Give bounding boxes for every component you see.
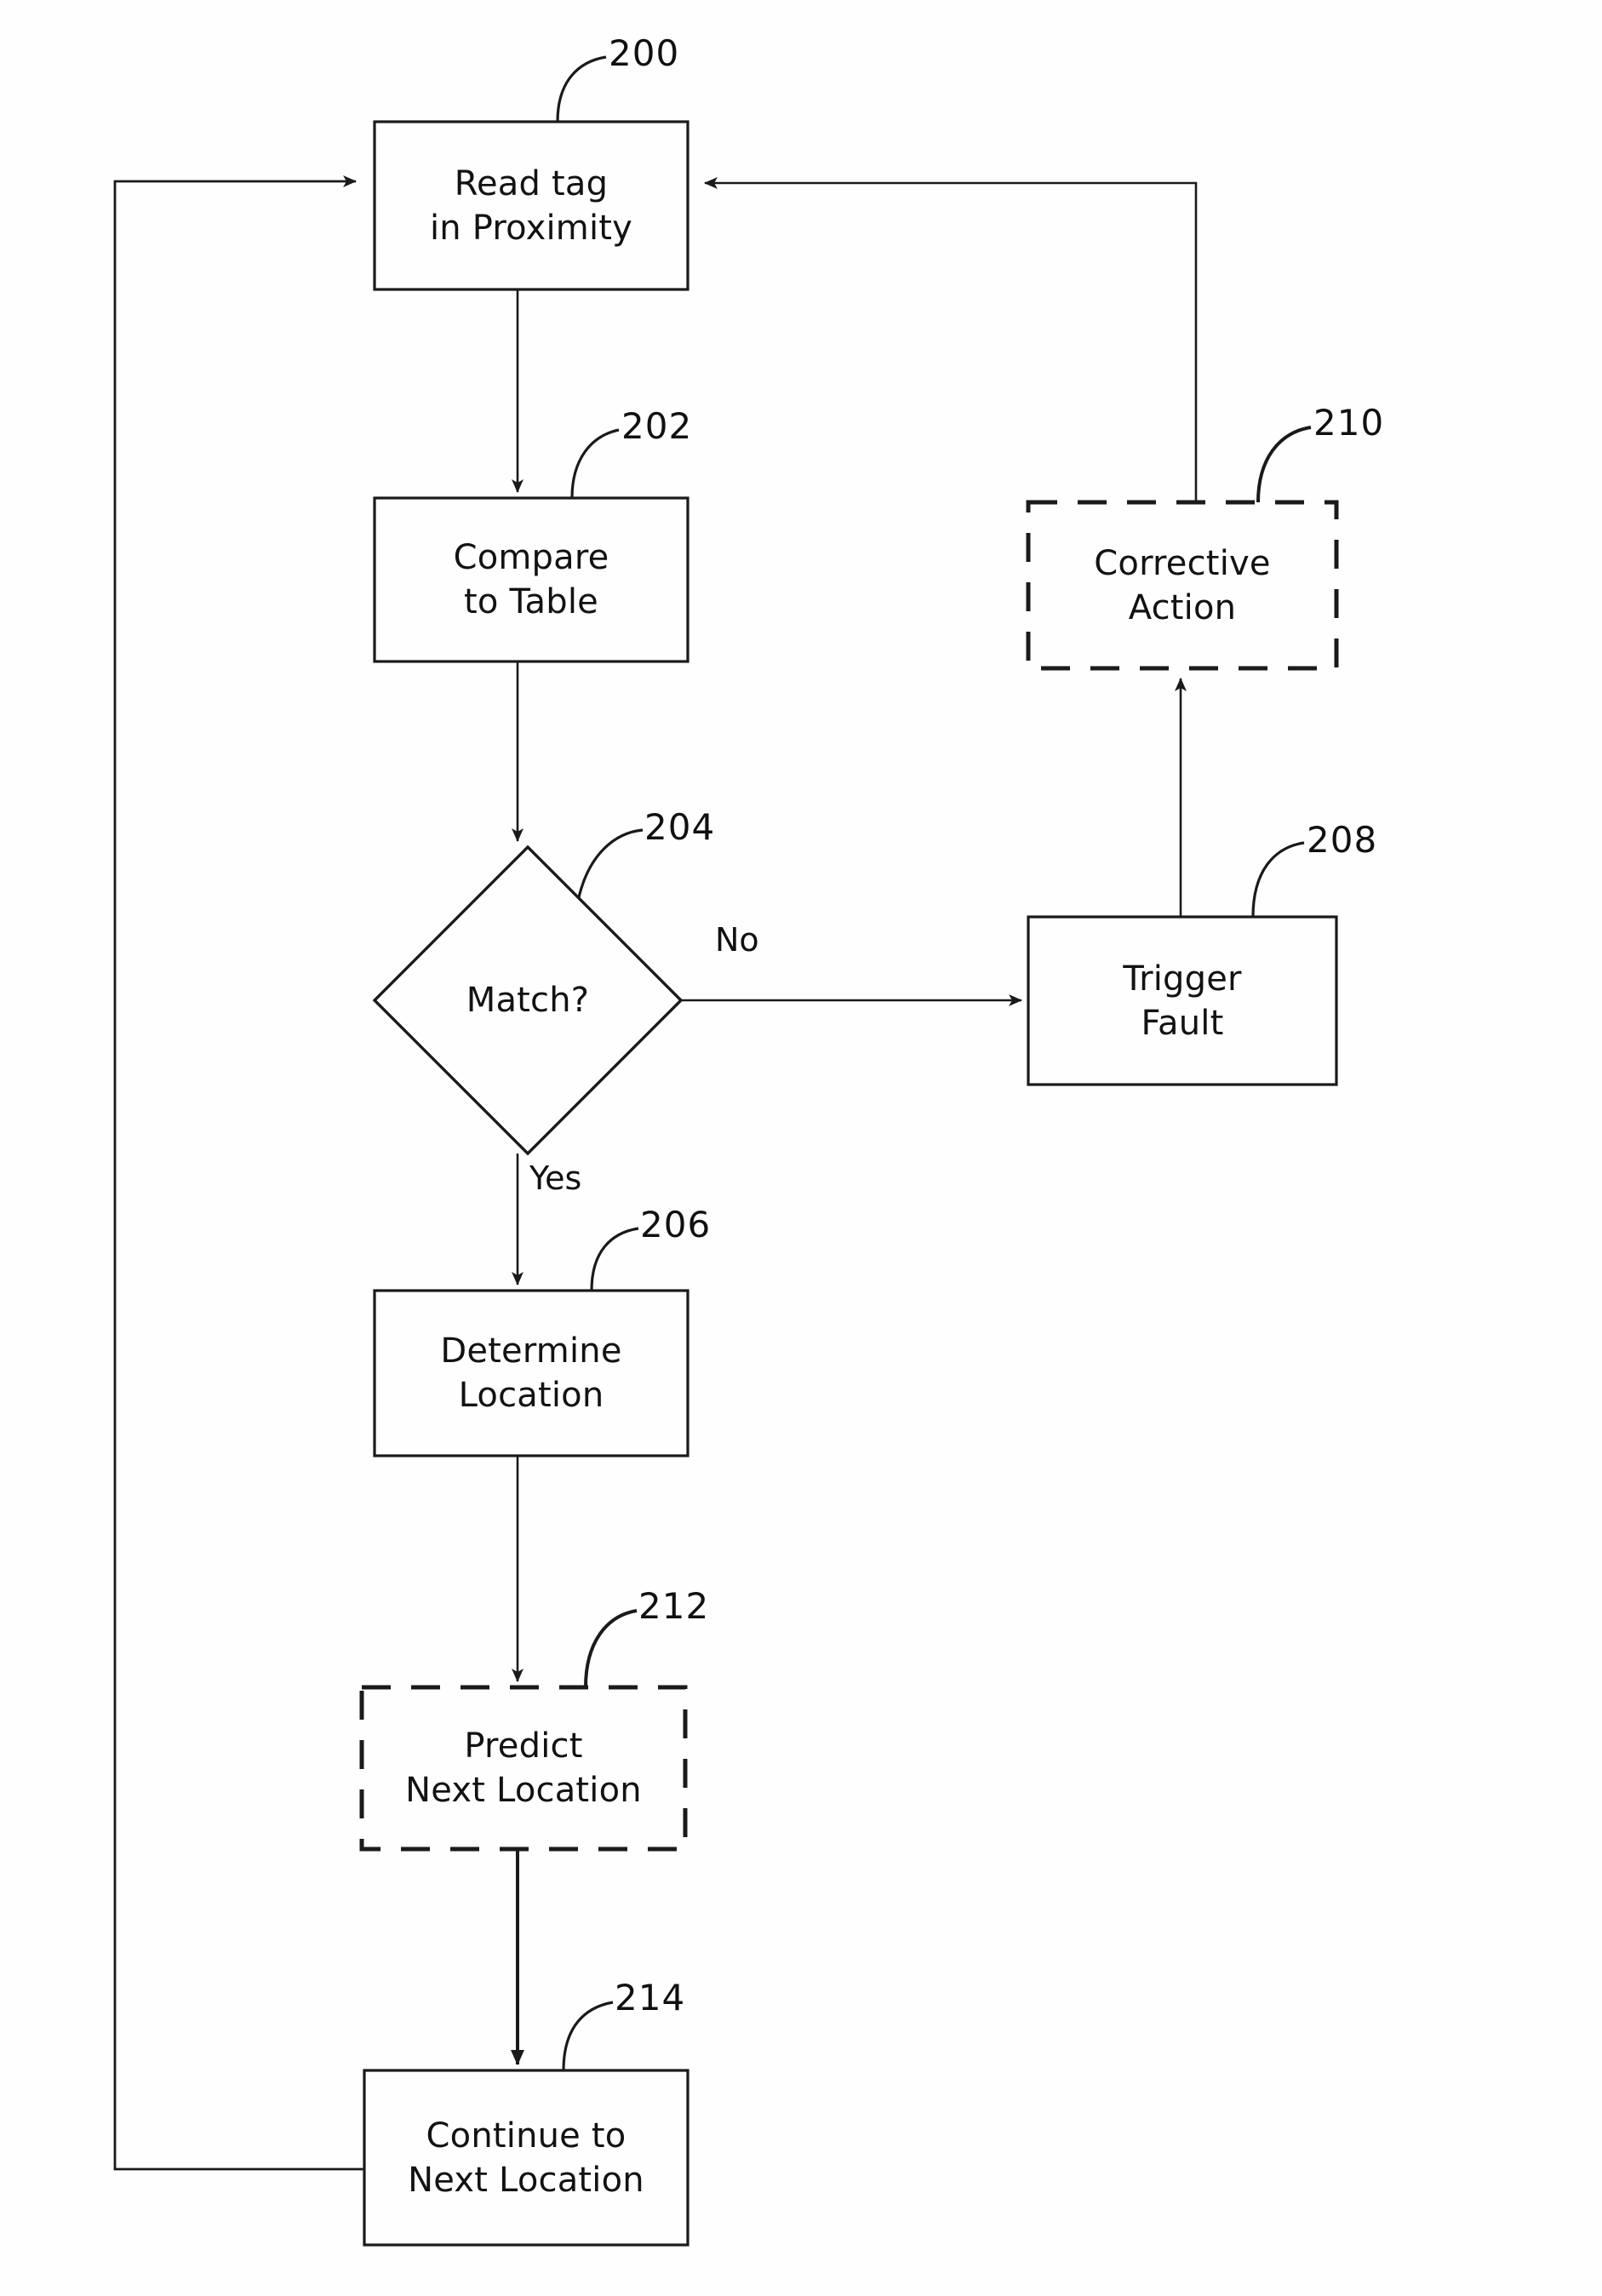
ref-number-214: 214	[615, 1977, 686, 2018]
node-200-line2: in Proximity	[429, 208, 633, 248]
node-208-line1: Trigger	[1123, 959, 1242, 999]
node-208-line2: Fault	[1141, 1003, 1224, 1043]
ref-number-206: 206	[640, 1204, 712, 1245]
leader-200	[556, 55, 607, 123]
node-206-line1: Determine	[440, 1331, 622, 1371]
leader-208	[1251, 841, 1305, 918]
node-label-208: Trigger Fault	[1028, 917, 1336, 1085]
node-206-line2: Location	[458, 1376, 604, 1415]
ref-number-208: 208	[1307, 819, 1378, 861]
leader-212	[584, 1609, 638, 1688]
leader-214	[562, 2001, 614, 2071]
edge-label-no: No	[715, 921, 759, 959]
node-202-line2: to Table	[464, 582, 598, 621]
ref-number-204: 204	[644, 806, 716, 848]
leader-202	[570, 428, 620, 499]
ref-number-202: 202	[621, 405, 693, 447]
node-214-line1: Continue to	[426, 2116, 626, 2156]
node-210-line1: Corrective	[1094, 543, 1271, 583]
node-212-line1: Predict	[464, 1726, 583, 1766]
ref-number-200: 200	[609, 32, 680, 74]
leader-206	[590, 1227, 639, 1291]
node-210-line2: Action	[1128, 587, 1237, 627]
node-label-214: Continue to Next Location	[364, 2070, 688, 2245]
diagram-canvas: Read tag in Proximity Compare to Table M…	[0, 0, 1602, 2296]
node-214-line2: Next Location	[408, 2160, 644, 2200]
node-label-212: Predict Next Location	[362, 1687, 685, 1849]
edge-210-200-return	[704, 177, 1198, 502]
leader-210	[1256, 426, 1312, 503]
node-label-200: Read tag in Proximity	[375, 122, 688, 289]
leader-204	[577, 828, 644, 898]
ref-number-210: 210	[1313, 402, 1385, 444]
edge-214-200-loop	[113, 175, 364, 2171]
node-label-210: Corrective Action	[1028, 502, 1336, 668]
node-label-202: Compare to Table	[375, 498, 688, 661]
node-204-line1: Match?	[466, 981, 590, 1020]
node-label-204: Match?	[375, 958, 681, 1043]
node-212-line2: Next Location	[405, 1771, 642, 1810]
node-200-line1: Read tag	[454, 163, 609, 203]
flowchart-graphics	[113, 55, 1339, 2247]
ref-number-212: 212	[638, 1585, 710, 1627]
node-202-line1: Compare	[453, 538, 609, 577]
edge-label-yes: Yes	[529, 1159, 582, 1197]
node-label-206: Determine Location	[375, 1291, 688, 1456]
